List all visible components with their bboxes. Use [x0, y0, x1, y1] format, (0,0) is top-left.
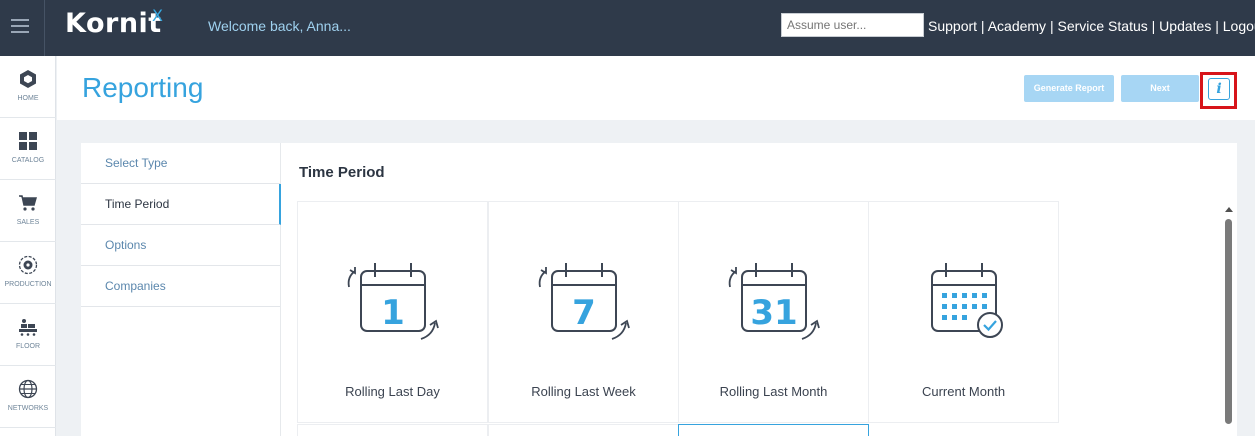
left-nav: HOME CATALOG SALES PRODUCTION FLOOR NETW…	[0, 56, 56, 436]
scrollbar[interactable]	[1221, 201, 1237, 436]
top-links: Support | Academy | Service Status | Upd…	[928, 18, 1255, 34]
link-separator: |	[1147, 18, 1160, 34]
tile-rolling-last-day[interactable]: 1 Rolling Last Day	[297, 201, 488, 423]
nav-item-sales[interactable]: SALES	[0, 180, 56, 242]
globe-icon	[18, 379, 38, 399]
tile-partial[interactable]	[678, 424, 869, 436]
tile-label: Rolling Last Week	[531, 384, 636, 399]
calendar-rolling-week-icon: 7	[538, 263, 630, 340]
cart-icon	[19, 195, 37, 211]
nav-label-production: PRODUCTION	[4, 281, 52, 288]
tile-label: Rolling Last Month	[719, 384, 828, 399]
tile-partial[interactable]	[297, 424, 488, 436]
nav-label-sales: SALES	[16, 219, 40, 226]
nav-label-networks: NETWORKS	[7, 405, 49, 412]
tile-label: Rolling Last Day	[345, 384, 440, 399]
report-card: Select Type Time Period Options Companie…	[81, 143, 1237, 436]
gear-icon	[18, 255, 38, 275]
tile-number: 1	[381, 293, 405, 333]
scroll-thumb[interactable]	[1225, 219, 1232, 424]
generate-report-button[interactable]: Generate Report	[1024, 75, 1114, 102]
link-separator: |	[977, 18, 988, 34]
page-title: Reporting	[82, 72, 204, 103]
calendar-rolling-month-icon: 31	[728, 263, 820, 340]
welcome-message: Welcome back, Anna...	[208, 18, 351, 34]
assume-user-input[interactable]	[781, 13, 924, 37]
grid-icon	[19, 132, 37, 150]
nav-label-catalog: CATALOG	[11, 157, 45, 164]
nav-item-networks[interactable]: NETWORKS	[0, 366, 56, 428]
tile-rolling-last-month[interactable]: 31 Rolling Last Month	[678, 201, 869, 423]
nav-item-home[interactable]: HOME	[0, 56, 56, 118]
nav-item-catalog[interactable]: CATALOG	[0, 118, 56, 180]
step-select-type[interactable]: Select Type	[81, 143, 280, 184]
topbar-divider	[44, 0, 45, 56]
page-header: Reporting Generate Report Next i	[57, 56, 1255, 120]
tile-current-month[interactable]: Current Month	[868, 201, 1059, 423]
brand-logo-suffix: X	[152, 6, 163, 25]
floor-machines-icon	[19, 319, 37, 336]
calendar-rolling-day-icon: 1	[347, 263, 439, 340]
calendar-current-month-icon	[931, 263, 1003, 338]
info-button[interactable]: i	[1208, 78, 1230, 100]
step-companies[interactable]: Companies	[81, 266, 280, 307]
scroll-up-arrow-icon[interactable]	[1225, 207, 1233, 212]
step-options[interactable]: Options	[81, 225, 280, 266]
next-button[interactable]: Next	[1121, 75, 1199, 102]
step-list: Select Type Time Period Options Companie…	[81, 143, 281, 436]
home-hexagon-icon	[20, 70, 36, 88]
brand-logo[interactable]: Kornit	[65, 8, 162, 39]
top-bar: Kornit X Welcome back, Anna... Support |…	[0, 0, 1255, 56]
link-separator: |	[1211, 18, 1223, 34]
support-link[interactable]: Support	[928, 18, 977, 34]
nav-label-home: HOME	[17, 95, 39, 102]
link-separator: |	[1046, 18, 1058, 34]
nav-item-floor[interactable]: FLOOR	[0, 304, 56, 366]
nav-item-production[interactable]: PRODUCTION	[0, 242, 56, 304]
tile-partial[interactable]	[488, 424, 679, 436]
section-title: Time Period	[299, 164, 385, 181]
tile-label: Current Month	[921, 384, 1006, 399]
hamburger-menu-icon[interactable]	[11, 19, 29, 33]
service-status-link[interactable]: Service Status	[1057, 18, 1147, 34]
logout-link[interactable]: Logout	[1223, 18, 1255, 34]
step-time-period[interactable]: Time Period	[81, 184, 281, 225]
updates-link[interactable]: Updates	[1159, 18, 1211, 34]
tile-rolling-last-week[interactable]: 7 Rolling Last Week	[488, 201, 679, 423]
academy-link[interactable]: Academy	[988, 18, 1046, 34]
tile-number: 7	[572, 293, 596, 333]
nav-label-floor: FLOOR	[15, 343, 41, 350]
tile-number: 31	[750, 293, 797, 333]
